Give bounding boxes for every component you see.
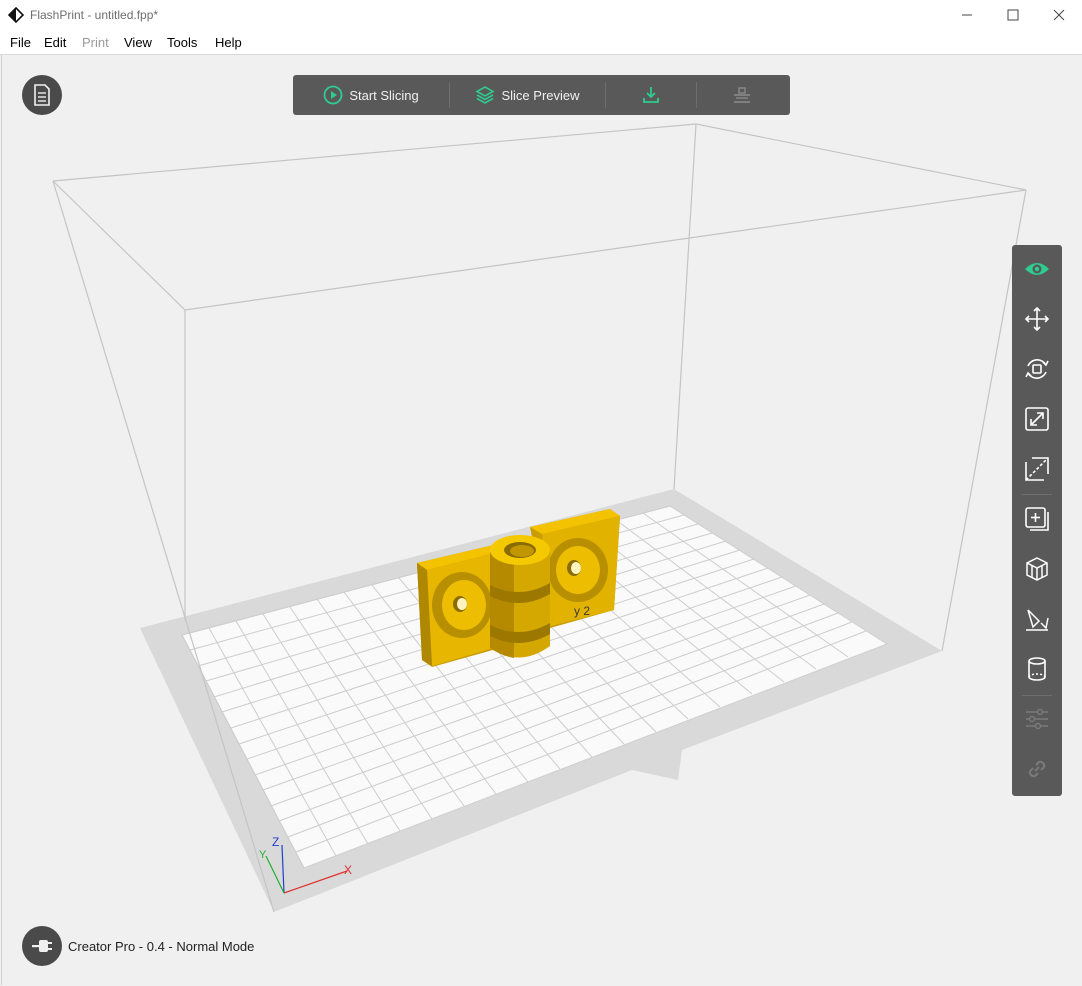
- supports-button[interactable]: [1012, 547, 1062, 591]
- plug-icon: [32, 940, 52, 952]
- build-volume-scene: y 2 X Z Y: [52, 123, 1027, 913]
- axis-x-label: X: [344, 863, 352, 877]
- layers-icon: [475, 86, 496, 104]
- menu-edit[interactable]: Edit: [44, 35, 66, 50]
- view-tool-button[interactable]: [1012, 247, 1062, 291]
- maximize-icon: [1007, 9, 1019, 21]
- move-icon: [1024, 306, 1050, 332]
- axis-y-label: Y: [259, 849, 267, 861]
- settings-sliders-icon: [1026, 708, 1048, 730]
- 3d-viewport[interactable]: y 2 X Z Y: [1, 55, 1082, 985]
- download-icon: [643, 87, 659, 103]
- cylinder-icon: [1028, 657, 1046, 681]
- maximize-button[interactable]: [990, 0, 1036, 30]
- minimize-button[interactable]: [944, 0, 990, 30]
- project-info-button[interactable]: [22, 75, 62, 115]
- printer-settings-button[interactable]: [22, 926, 62, 966]
- cylinder-tool-button[interactable]: [1012, 647, 1062, 691]
- link-icon: [1028, 760, 1046, 778]
- close-button[interactable]: [1036, 0, 1082, 30]
- rotate-icon: [1025, 359, 1049, 379]
- menu-view[interactable]: View: [124, 35, 152, 50]
- printer-status-label: Creator Pro - 0.4 - Normal Mode: [68, 939, 255, 954]
- export-button[interactable]: [606, 75, 696, 115]
- cut-tool-button[interactable]: [1012, 447, 1062, 491]
- printer-connect-icon: [734, 87, 750, 103]
- lay-flat-icon: [1026, 609, 1049, 631]
- slice-preview-button[interactable]: Slice Preview: [450, 75, 605, 115]
- supports-icon: [1026, 557, 1048, 581]
- add-object-icon: [1025, 507, 1049, 531]
- print-connect-button[interactable]: [697, 75, 787, 115]
- menu-help[interactable]: Help: [215, 35, 242, 50]
- cut-icon: [1025, 457, 1049, 481]
- model-label: y 2: [574, 604, 590, 618]
- scale-icon: [1025, 407, 1049, 431]
- document-icon: [34, 84, 50, 106]
- close-icon: [1053, 9, 1065, 21]
- right-tool-panel: [1012, 245, 1062, 796]
- link-button[interactable]: [1012, 747, 1062, 791]
- eye-icon: [1025, 263, 1049, 275]
- title-bar: FlashPrint - untitled.fpp*: [0, 0, 1082, 30]
- panel-separator: [1022, 494, 1052, 495]
- slice-preview-label: Slice Preview: [501, 87, 580, 103]
- minimize-icon: [962, 14, 972, 16]
- axis-z-label: Z: [272, 835, 279, 849]
- add-object-button[interactable]: [1012, 497, 1062, 541]
- panel-separator: [1022, 695, 1052, 696]
- lay-flat-button[interactable]: [1012, 597, 1062, 641]
- window-title: FlashPrint - untitled.fpp*: [30, 8, 159, 22]
- flashprint-logo-icon: [8, 7, 24, 23]
- settings-sliders-button[interactable]: [1012, 697, 1062, 741]
- menu-print[interactable]: Print: [82, 35, 109, 50]
- rotate-tool-button[interactable]: [1012, 347, 1062, 391]
- start-slicing-button[interactable]: Start Slicing: [293, 75, 449, 115]
- menu-tools[interactable]: Tools: [167, 35, 197, 50]
- menu-file[interactable]: File: [10, 35, 31, 50]
- menu-bar: File Edit Print View Tools Help: [0, 30, 1082, 55]
- top-toolbar: Start Slicing Slice Preview: [293, 75, 790, 115]
- move-tool-button[interactable]: [1012, 297, 1062, 341]
- play-circle-icon: [323, 85, 343, 105]
- scale-tool-button[interactable]: [1012, 397, 1062, 441]
- start-slicing-label: Start Slicing: [349, 87, 419, 103]
